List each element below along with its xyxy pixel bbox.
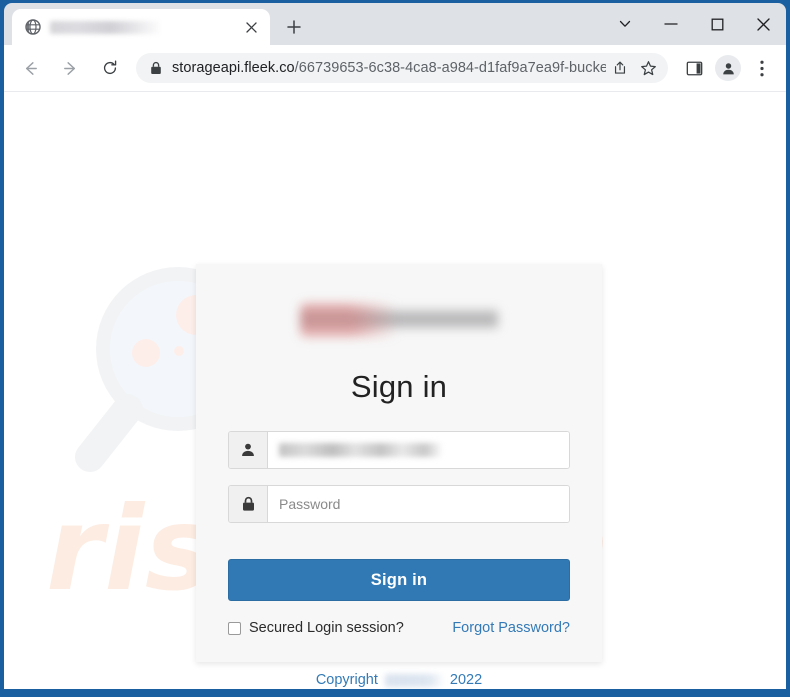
reload-icon[interactable]: [93, 51, 127, 85]
email-input-group[interactable]: [228, 431, 570, 469]
page-viewport: PC risk.com Sign in: [4, 92, 786, 689]
secured-session-label: Secured Login session?: [249, 620, 404, 636]
three-dot-menu-icon[interactable]: [746, 52, 778, 84]
email-value: [279, 443, 441, 457]
url-host: storageapi.fleek.co: [172, 60, 295, 76]
arrow-right-icon[interactable]: [53, 51, 87, 85]
email-field[interactable]: [268, 432, 569, 468]
copyright-year: 2022: [449, 672, 483, 688]
new-tab-button[interactable]: [280, 13, 308, 41]
close-button[interactable]: [740, 5, 786, 43]
avatar: [715, 55, 741, 81]
brand-logo: [300, 303, 498, 337]
secured-session-checkbox[interactable]: [228, 621, 241, 635]
side-panel-icon[interactable]: [678, 52, 710, 84]
arrow-left-icon[interactable]: [13, 51, 47, 85]
lock-icon[interactable]: [150, 61, 162, 75]
maximize-button[interactable]: [694, 5, 740, 43]
tab-title: [50, 20, 160, 34]
minimize-button[interactable]: [648, 5, 694, 43]
person-icon: [229, 432, 268, 468]
profile-button[interactable]: [712, 52, 744, 84]
address-bar-url: storageapi.fleek.co/66739653-6c38-4ca8-a…: [172, 60, 606, 76]
globe-icon: [24, 19, 41, 36]
password-field[interactable]: Password: [268, 486, 569, 522]
copyright-footer: Copyright 2022: [196, 672, 602, 688]
close-icon[interactable]: [240, 16, 262, 38]
tab-search-button[interactable]: [602, 5, 648, 43]
sign-in-button[interactable]: Sign in: [228, 559, 570, 601]
form-footer-row: Secured Login session? Forgot Password?: [228, 620, 570, 636]
secured-session-option[interactable]: Secured Login session?: [228, 620, 404, 636]
lock-icon: [229, 486, 268, 522]
browser-tab[interactable]: [12, 9, 270, 45]
url-path: /66739653-6c38-4ca8-a984-d1faf9a7ea9f-bu…: [294, 60, 606, 76]
page-title: Sign in: [350, 369, 448, 404]
browser-window: storageapi.fleek.co/66739653-6c38-4ca8-a…: [0, 0, 790, 697]
share-icon[interactable]: [606, 54, 634, 82]
password-input-group[interactable]: Password: [228, 485, 570, 523]
copyright-prefix: Copyright: [315, 672, 378, 688]
login-card: Sign in Password Sign in Secured Login s…: [196, 264, 602, 662]
omnibox-actions: [606, 54, 662, 82]
tab-strip: [4, 3, 786, 45]
address-bar[interactable]: storageapi.fleek.co/66739653-6c38-4ca8-a…: [136, 53, 668, 83]
copyright-brand: [384, 673, 443, 687]
star-icon[interactable]: [634, 54, 662, 82]
window-controls: [602, 3, 786, 45]
browser-toolbar: storageapi.fleek.co/66739653-6c38-4ca8-a…: [4, 45, 786, 92]
forgot-password-link[interactable]: Forgot Password?: [452, 620, 570, 636]
